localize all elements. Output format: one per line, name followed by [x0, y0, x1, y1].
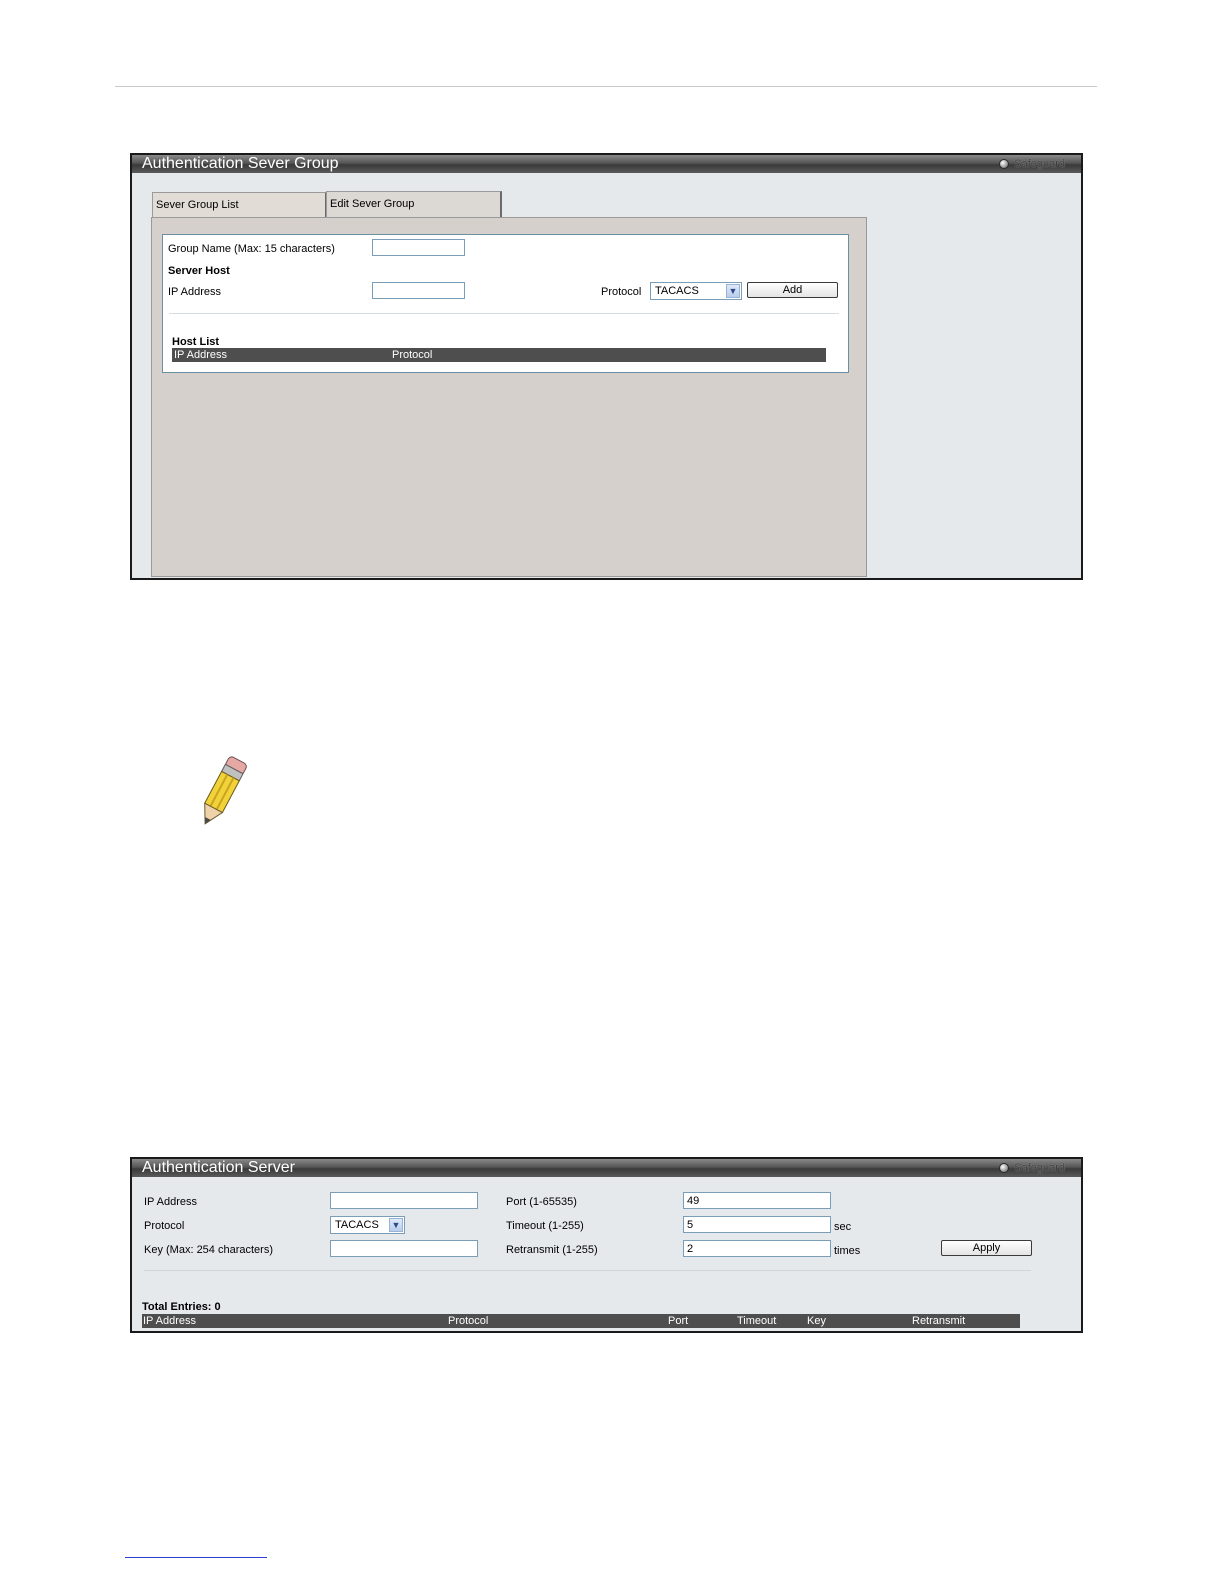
server-col-port: Port — [668, 1315, 689, 1327]
chevron-down-icon[interactable]: ▼ — [389, 1218, 403, 1232]
server-group-panel-title: Authentication Sever Group Safeguard — [132, 155, 1081, 173]
protocol-select-value: TACACS — [655, 285, 699, 297]
group-name-label: Group Name (Max: 15 characters) — [168, 243, 335, 255]
server-panel: Authentication Server Safeguard IP Addre… — [130, 1157, 1083, 1333]
timeout-input[interactable] — [683, 1216, 831, 1233]
key-input[interactable] — [330, 1240, 478, 1257]
safeguard-icon — [999, 1163, 1010, 1173]
retransmit-unit: times — [834, 1245, 861, 1257]
host-list-label: Host List — [172, 336, 220, 348]
safeguard-indicator[interactable]: Safeguard — [999, 155, 1065, 173]
tab-edit-sever-group-label: Edit Sever Group — [330, 198, 415, 210]
server-protocol-select[interactable]: TACACS ▼ — [330, 1216, 405, 1234]
safeguard-icon — [999, 159, 1010, 169]
protocol-label: Protocol — [601, 286, 642, 298]
apply-button[interactable]: Apply — [941, 1240, 1032, 1256]
add-button[interactable]: Add — [747, 282, 838, 298]
edit-group-form: Group Name (Max: 15 characters) Server H… — [162, 234, 849, 373]
tab-sever-group-list[interactable]: Sever Group List — [152, 192, 327, 217]
server-col-key: Key — [807, 1315, 826, 1327]
key-label: Key (Max: 254 characters) — [144, 1244, 273, 1256]
host-list-col-ip-address: IP Address — [174, 349, 227, 361]
server-panel-title: Authentication Server Safeguard — [132, 1159, 1081, 1177]
edit-sever-group-tab-body: Group Name (Max: 15 characters) Server H… — [151, 217, 867, 577]
page-top-rule — [115, 86, 1097, 87]
server-panel-title-text: Authentication Server — [142, 1159, 295, 1176]
ip-address-input[interactable] — [372, 282, 465, 299]
server-group-title-text: Authentication Sever Group — [142, 155, 339, 172]
safeguard-label-2: Safeguard — [1014, 1162, 1065, 1174]
total-entries: Total Entries: 0 — [142, 1301, 221, 1313]
server-group-panel: Authentication Sever Group Safeguard Sev… — [130, 153, 1083, 580]
port-label: Port (1-65535) — [506, 1196, 577, 1208]
ip-address-label: IP Address — [168, 286, 221, 298]
port-input[interactable] — [683, 1192, 831, 1209]
pencil-note-icon — [204, 756, 247, 825]
chevron-down-icon[interactable]: ▼ — [726, 284, 740, 298]
retransmit-label: Retransmit (1-255) — [506, 1244, 598, 1256]
server-table-header: IP Address Protocol Port Timeout Key Ret… — [142, 1314, 1020, 1328]
protocol-select[interactable]: TACACS ▼ — [650, 282, 742, 300]
safeguard-label: Safeguard — [1014, 158, 1065, 170]
server-host-label: Server Host — [168, 265, 230, 277]
server-col-ip-address: IP Address — [143, 1315, 196, 1327]
server-col-retransmit: Retransmit — [912, 1315, 966, 1327]
tab-edit-sever-group[interactable]: Edit Sever Group — [326, 191, 502, 217]
host-list-col-protocol: Protocol — [392, 349, 433, 361]
server-ip-address-input[interactable] — [330, 1192, 478, 1209]
timeout-label: Timeout (1-255) — [506, 1220, 584, 1232]
server-protocol-select-value: TACACS — [335, 1219, 379, 1231]
server-form-separator — [144, 1270, 1031, 1271]
host-list-header: IP Address Protocol — [172, 348, 826, 362]
server-col-timeout: Timeout — [737, 1315, 777, 1327]
safeguard-indicator-2[interactable]: Safeguard — [999, 1159, 1065, 1177]
group-name-input[interactable] — [372, 239, 465, 256]
form-separator — [169, 313, 839, 314]
page-bottom-rule — [125, 1557, 267, 1558]
timeout-unit: sec — [834, 1221, 852, 1233]
server-ip-address-label: IP Address — [144, 1196, 197, 1208]
tab-sever-group-list-label: Sever Group List — [156, 199, 239, 211]
retransmit-input[interactable] — [683, 1240, 831, 1257]
server-col-protocol: Protocol — [448, 1315, 489, 1327]
server-protocol-label: Protocol — [144, 1220, 185, 1232]
